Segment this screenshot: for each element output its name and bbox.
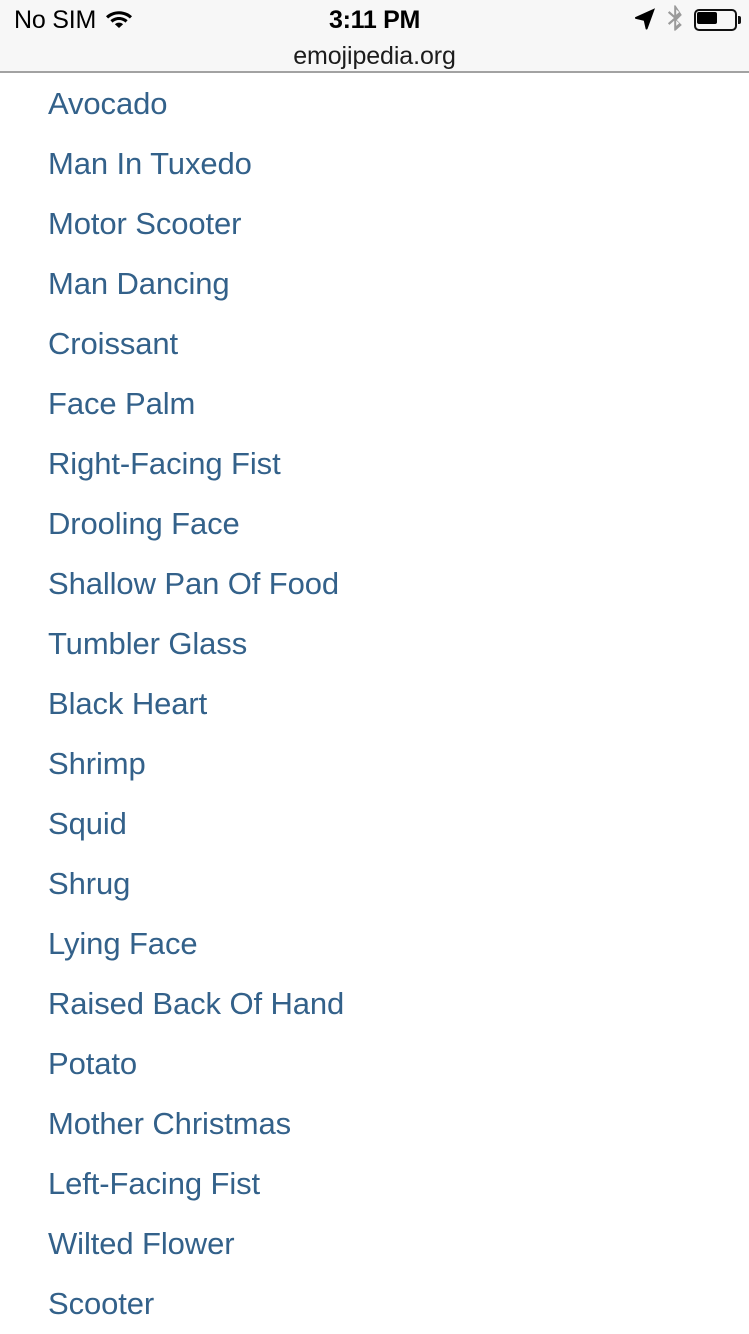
emoji-link[interactable]: Motor Scooter	[48, 208, 241, 239]
page-content: Avocado Man In Tuxedo Motor Scooter Man Dan…	[0, 73, 749, 1334]
list-item[interactable]: Potato	[0, 1033, 749, 1093]
list-item[interactable]: Black Heart	[0, 673, 749, 733]
status-bar-right	[633, 0, 741, 40]
list-item[interactable]: Squid	[0, 793, 749, 853]
list-item[interactable]: Raised Back Of Hand	[0, 973, 749, 1033]
list-item[interactable]: Left-Facing Fist	[0, 1153, 749, 1213]
emoji-link[interactable]: Lying Face	[48, 928, 198, 959]
list-item[interactable]: Croissant	[0, 313, 749, 373]
emoji-link[interactable]: Wilted Flower	[48, 1228, 235, 1259]
emoji-link[interactable]: Man In Tuxedo	[48, 148, 252, 179]
emoji-link[interactable]: Shallow Pan Of Food	[48, 568, 339, 599]
emoji-link[interactable]: Tumbler Glass	[48, 628, 247, 659]
clock-label: 3:11 PM	[328, 5, 420, 34]
status-bar-left: No SIM	[14, 0, 133, 40]
emoji-link[interactable]: Left-Facing Fist	[48, 1168, 260, 1199]
emoji-link[interactable]: Shrimp	[48, 748, 146, 779]
emoji-link[interactable]: Scooter	[48, 1288, 154, 1319]
battery-icon	[694, 9, 741, 31]
emoji-link[interactable]: Drooling Face	[48, 508, 240, 539]
list-item[interactable]: Wilted Flower	[0, 1213, 749, 1273]
url-bar[interactable]: emojipedia.org	[0, 40, 749, 73]
emoji-link[interactable]: Face Palm	[48, 388, 195, 419]
list-item[interactable]: Scooter	[0, 1273, 749, 1333]
emoji-link[interactable]: Mother Christmas	[48, 1108, 291, 1139]
emoji-link[interactable]: Right-Facing Fist	[48, 448, 281, 479]
emoji-link[interactable]: Croissant	[48, 328, 178, 359]
emoji-link[interactable]: Potato	[48, 1048, 137, 1079]
list-item[interactable]: Face Palm	[0, 373, 749, 433]
bluetooth-icon	[667, 4, 684, 36]
list-item[interactable]: Man Dancing	[0, 253, 749, 313]
emoji-link[interactable]: Raised Back Of Hand	[48, 988, 344, 1019]
list-item[interactable]: Avocado	[0, 73, 749, 133]
list-item[interactable]: Lying Face	[0, 913, 749, 973]
url-label: emojipedia.org	[293, 42, 456, 70]
battery-fill	[697, 12, 718, 24]
emoji-link[interactable]: Black Heart	[48, 688, 207, 719]
carrier-label: No SIM	[14, 5, 97, 34]
wifi-icon	[105, 7, 133, 33]
emoji-link[interactable]: Squid	[48, 808, 127, 839]
list-item[interactable]: Motor Scooter	[0, 193, 749, 253]
emoji-link-list: Avocado Man In Tuxedo Motor Scooter Man Dan…	[0, 73, 749, 1333]
list-item[interactable]: Drooling Face	[0, 493, 749, 553]
list-item[interactable]: Shrug	[0, 853, 749, 913]
list-item[interactable]: Right-Facing Fist	[0, 433, 749, 493]
list-item[interactable]: Tumbler Glass	[0, 613, 749, 673]
emoji-link[interactable]: Avocado	[48, 88, 167, 119]
list-item[interactable]: Shallow Pan Of Food	[0, 553, 749, 613]
emoji-link[interactable]: Man Dancing	[48, 268, 230, 299]
status-bar: No SIM 3:11 PM	[0, 0, 749, 40]
list-item[interactable]: Man In Tuxedo	[0, 133, 749, 193]
list-item[interactable]: Shrimp	[0, 733, 749, 793]
list-item[interactable]: Mother Christmas	[0, 1093, 749, 1153]
browser-chrome: No SIM 3:11 PM emojipedia.org	[0, 0, 749, 73]
emoji-link[interactable]: Shrug	[48, 868, 130, 899]
location-arrow-icon	[633, 6, 657, 35]
